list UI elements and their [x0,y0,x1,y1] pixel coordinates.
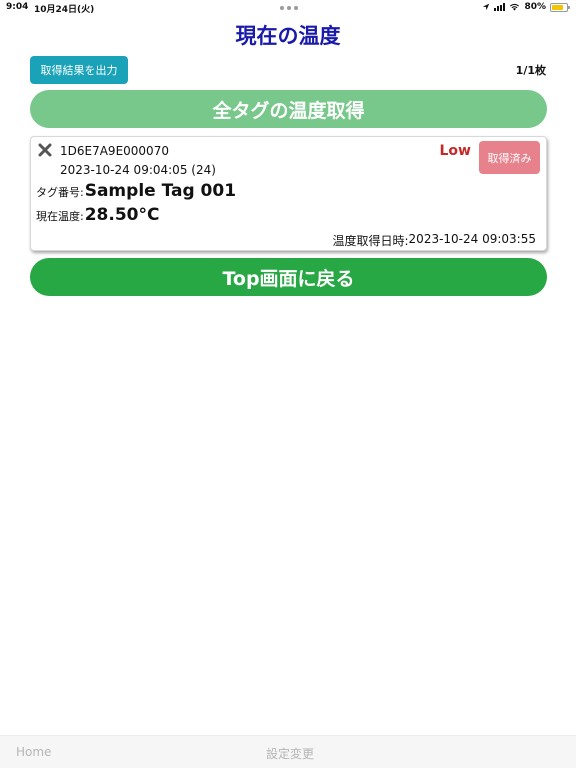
tag-number-row: タグ番号: Sample Tag 001 [36,181,236,201]
nav-settings[interactable]: 設定変更 [266,745,314,762]
close-icon[interactable] [38,143,52,157]
page-title: 現在の温度 [235,24,341,48]
status-time: 9:04 [6,2,29,12]
tag-id: 1D6E7A9E000070 [60,144,169,158]
measured-at-label: 温度取得日時: [332,234,409,248]
status-indicators: 80% [482,2,570,12]
battery-icon [550,2,570,12]
current-temperature-value: 28.50°C [84,205,160,225]
wifi-icon [510,3,520,11]
current-temperature-label: 現在温度: [36,210,84,223]
cellular-signal-icon [494,3,506,11]
fetched-button[interactable]: 取得済み [479,141,540,174]
fetch-all-temperatures-button[interactable]: 全タグの温度取得 [30,90,547,128]
status-date: 10月24日(火) [34,5,95,15]
tag-number-value: Sample Tag 001 [84,181,237,201]
multitasking-dots-icon[interactable] [280,6,298,10]
location-arrow-icon [483,3,490,11]
page-count: 1/1枚 [515,64,546,77]
back-to-top-button[interactable]: Top画面に戻る [30,258,547,296]
tag-card: 1D6E7A9E000070 2023-10-24 09:04:05 (24) … [30,136,547,251]
nav-home[interactable]: Home [16,745,51,759]
export-results-button[interactable]: 取得結果を出力 [30,56,128,84]
tag-number-label: タグ番号: [36,186,84,199]
tag-timestamp: 2023-10-24 09:04:05 (24) [60,163,216,177]
bottom-nav: Home 設定変更 [0,735,576,768]
measured-at-value: 2023-10-24 09:03:55 [408,232,536,246]
temperature-level-badge: Low [439,143,471,159]
current-temperature-row: 現在温度: 28.50°C [36,205,159,225]
battery-level-fill [552,4,564,10]
battery-percent: 80% [524,2,546,12]
measured-at: 温度取得日時: 2023-10-24 09:03:55 [333,232,537,249]
